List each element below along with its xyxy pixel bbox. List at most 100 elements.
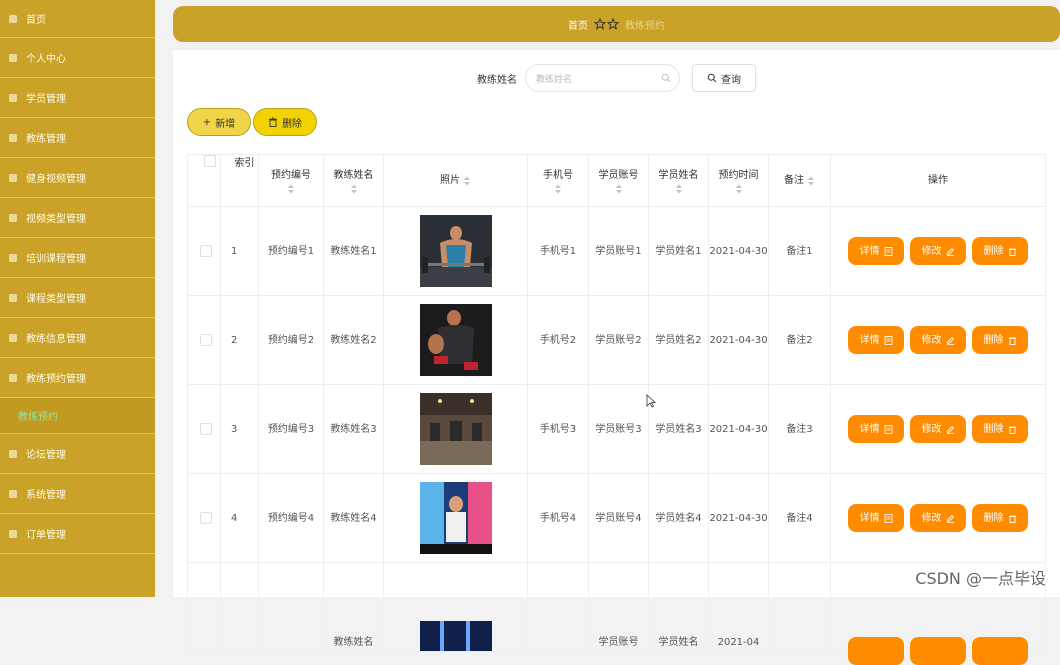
document-icon [884, 513, 892, 523]
sidebar-subitem-active[interactable]: 教练预约 [0, 398, 155, 434]
sort-icon[interactable] [350, 184, 358, 194]
cell-phone: 手机号3 [528, 385, 589, 474]
add-button-label: 新增 [215, 118, 236, 130]
sidebar-item[interactable]: 教练预约管理 [0, 358, 155, 398]
edit-button[interactable]: 修改 [910, 326, 966, 354]
select-all-checkbox[interactable] [204, 155, 216, 167]
header-note[interactable]: 备注 [769, 155, 831, 207]
header-label: 教练姓名 [333, 170, 374, 181]
sidebar: 首页 个人中心 学员管理 教练管理 健身视频管理 视频类型管理 培训课程管理 课程类型管理 教练… [0, 0, 155, 597]
cell-ops: 详情 修改 删除 [831, 207, 1046, 296]
delete-label: 删除 [983, 512, 1004, 524]
detail-button[interactable] [848, 637, 904, 665]
row-checkbox[interactable] [200, 245, 212, 257]
row-checkbox[interactable] [200, 423, 212, 435]
cell-booking-no [259, 563, 324, 652]
delete-label: 删除 [983, 334, 1004, 346]
row-delete-button[interactable]: 删除 [972, 237, 1028, 265]
breadcrumb-home[interactable]: 首页 [568, 17, 588, 32]
detail-button[interactable]: 详情 [848, 504, 904, 532]
cell-booking-time: 2021-04 [709, 563, 769, 652]
cell-index: 3 [221, 385, 259, 474]
header-label: 学员姓名 [658, 170, 699, 181]
edit-button[interactable]: 修改 [910, 504, 966, 532]
header-booking-time[interactable]: 预约时间 [709, 155, 769, 207]
sidebar-item[interactable]: 订单管理 [0, 514, 155, 554]
breadcrumb-current: 教练预约 [625, 20, 665, 32]
row-delete-button[interactable] [972, 637, 1028, 665]
cell-phone [528, 563, 589, 652]
row-checkbox-cell [188, 207, 221, 296]
sidebar-item[interactable]: 个人中心 [0, 38, 155, 78]
menu-icon [8, 93, 18, 103]
main-panel: 教练姓名 教练姓名 查询 + 新增 删除 索引 预约编号 教练姓名 照片 手机号… [173, 50, 1060, 665]
sidebar-item[interactable]: 教练管理 [0, 118, 155, 158]
header-label: 照片 [440, 175, 460, 186]
menu-icon [8, 449, 18, 459]
sidebar-item[interactable]: 健身视频管理 [0, 158, 155, 198]
header-label: 索引 [234, 158, 255, 169]
menu-icon [8, 14, 18, 24]
menu-icon [8, 373, 18, 383]
delete-label: 删除 [983, 245, 1004, 257]
add-button[interactable]: + 新增 [187, 108, 251, 136]
sidebar-item[interactable]: 视频类型管理 [0, 198, 155, 238]
sidebar-item-label: 培训课程管理 [26, 254, 86, 265]
search-button[interactable]: 查询 [692, 64, 756, 92]
sort-icon[interactable] [615, 184, 623, 194]
header-phone[interactable]: 手机号 [528, 155, 589, 207]
cell-booking-time: 2021-04-30 [709, 385, 769, 474]
cell-booking-time: 2021-04-30 [709, 474, 769, 563]
sidebar-item-label: 教练信息管理 [26, 334, 86, 345]
sidebar-item[interactable]: 首页 [0, 0, 155, 38]
row-delete-button[interactable]: 删除 [972, 415, 1028, 443]
pencil-icon [946, 425, 954, 434]
sidebar-item[interactable]: 课程类型管理 [0, 278, 155, 318]
detail-button[interactable]: 详情 [848, 415, 904, 443]
cell-student-name: 学员姓名4 [649, 474, 709, 563]
row-delete-button[interactable]: 删除 [972, 504, 1028, 532]
sidebar-item-label: 论坛管理 [26, 450, 66, 461]
pencil-icon [946, 336, 954, 345]
sidebar-item[interactable]: 教练信息管理 [0, 318, 155, 358]
sort-icon[interactable] [807, 176, 815, 186]
header-booking-no[interactable]: 预约编号 [259, 155, 324, 207]
menu-icon [8, 333, 18, 343]
header-student-name[interactable]: 学员姓名 [649, 155, 709, 207]
cell-ops: 详情 修改 删除 [831, 474, 1046, 563]
header-coach-name[interactable]: 教练姓名 [324, 155, 384, 207]
sort-icon[interactable] [735, 184, 743, 194]
edit-button[interactable] [910, 637, 966, 665]
cell-student-account: 学员账号 [589, 563, 649, 652]
detail-button[interactable]: 详情 [848, 237, 904, 265]
sort-icon[interactable] [287, 184, 295, 194]
delete-label: 删除 [983, 423, 1004, 435]
cell-phone: 手机号4 [528, 474, 589, 563]
row-checkbox[interactable] [200, 334, 212, 346]
cell-phone: 手机号1 [528, 207, 589, 296]
sort-icon[interactable] [675, 184, 683, 194]
row-checkbox[interactable] [200, 512, 212, 524]
header-label: 预约时间 [718, 170, 759, 181]
search-input[interactable]: 教练姓名 [525, 64, 680, 92]
cell-photo [384, 207, 528, 296]
sidebar-item[interactable]: 学员管理 [0, 78, 155, 118]
detail-button[interactable]: 详情 [848, 326, 904, 354]
menu-icon [8, 253, 18, 263]
row-delete-button[interactable]: 删除 [972, 326, 1028, 354]
trash-icon [1008, 426, 1016, 434]
header-photo[interactable]: 照片 [384, 155, 528, 207]
edit-button[interactable]: 修改 [910, 237, 966, 265]
sort-icon[interactable] [463, 176, 471, 186]
header-label: 备注 [784, 175, 804, 186]
pencil-icon [946, 514, 954, 523]
sidebar-item[interactable]: 论坛管理 [0, 434, 155, 474]
batch-delete-button[interactable]: 删除 [253, 108, 317, 136]
sidebar-item[interactable]: 系统管理 [0, 474, 155, 514]
header-student-account[interactable]: 学员账号 [589, 155, 649, 207]
menu-icon [8, 53, 18, 63]
sort-icon[interactable] [554, 184, 562, 194]
sidebar-item[interactable]: 培训课程管理 [0, 238, 155, 278]
edit-button[interactable]: 修改 [910, 415, 966, 443]
header-checkbox-cell [188, 155, 221, 207]
